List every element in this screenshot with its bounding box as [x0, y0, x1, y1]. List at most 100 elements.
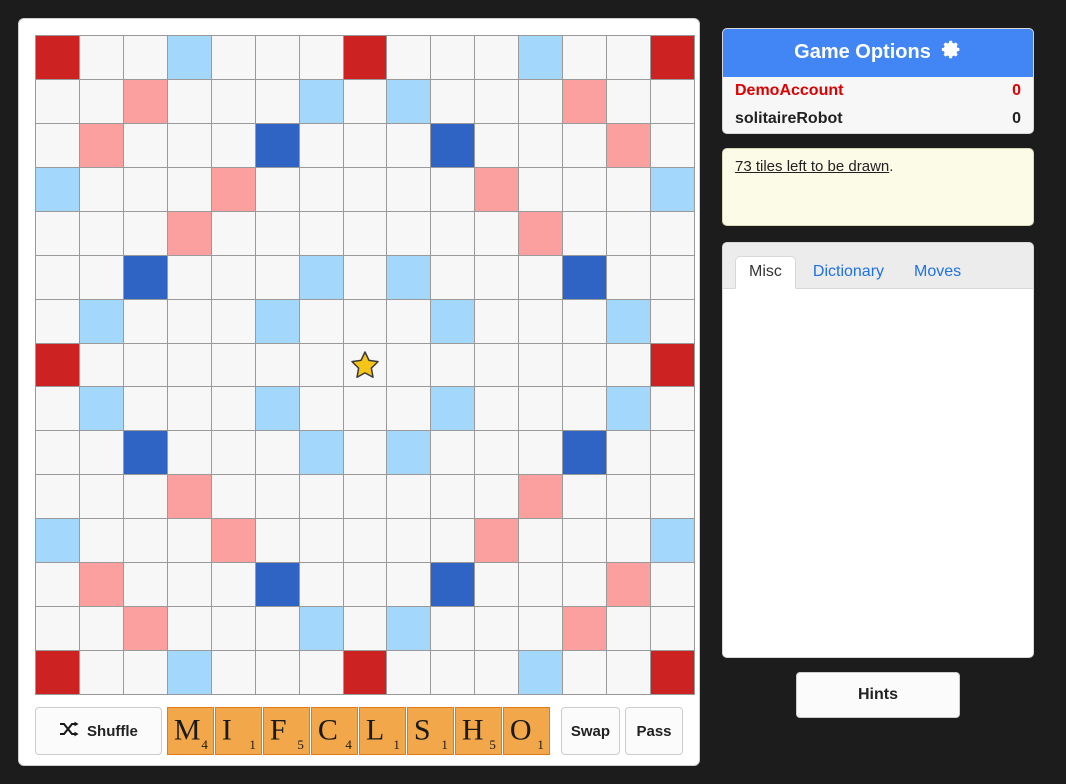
board-cell[interactable]	[211, 36, 255, 79]
board-cell[interactable]	[431, 299, 475, 343]
board-cell[interactable]	[255, 36, 299, 79]
board-cell[interactable]	[607, 299, 651, 343]
board-cell[interactable]	[563, 211, 607, 255]
shuffle-button[interactable]: Shuffle	[35, 707, 162, 755]
board-cell[interactable]	[79, 79, 123, 123]
board-cell[interactable]	[343, 563, 387, 607]
board-cell[interactable]	[299, 651, 343, 694]
board-cell[interactable]	[255, 211, 299, 255]
board-cell[interactable]	[387, 211, 431, 255]
board-cell[interactable]	[519, 167, 563, 211]
board-cell[interactable]	[36, 299, 79, 343]
board-cell[interactable]	[519, 651, 563, 694]
board-cell[interactable]	[343, 36, 387, 79]
board-cell[interactable]	[563, 387, 607, 431]
pass-button[interactable]: Pass	[625, 707, 683, 755]
board-cell[interactable]	[651, 167, 694, 211]
rack-tile[interactable]: S1	[406, 707, 454, 755]
board-cell[interactable]	[167, 431, 211, 475]
rack-tile[interactable]: O1	[502, 707, 550, 755]
board-cell[interactable]	[123, 651, 167, 694]
board-cell[interactable]	[167, 475, 211, 519]
board-cell[interactable]	[36, 211, 79, 255]
board-cell[interactable]	[343, 431, 387, 475]
board-cell[interactable]	[651, 299, 694, 343]
board-cell[interactable]	[211, 563, 255, 607]
board-cell[interactable]	[519, 431, 563, 475]
board-cell[interactable]	[343, 519, 387, 563]
board-cell[interactable]	[211, 431, 255, 475]
board-cell[interactable]	[167, 255, 211, 299]
board-cell[interactable]	[651, 431, 694, 475]
board-cell[interactable]	[607, 123, 651, 167]
board-cell[interactable]	[36, 651, 79, 694]
board-cell[interactable]	[167, 211, 211, 255]
board-cell[interactable]	[299, 299, 343, 343]
board-cell[interactable]	[255, 343, 299, 387]
board-cell[interactable]	[79, 123, 123, 167]
board-cell[interactable]	[651, 563, 694, 607]
board-cell[interactable]	[123, 167, 167, 211]
board-cell[interactable]	[475, 431, 519, 475]
board-cell[interactable]	[563, 343, 607, 387]
board-cell[interactable]	[519, 343, 563, 387]
board-cell[interactable]	[36, 255, 79, 299]
board-cell[interactable]	[79, 255, 123, 299]
board-cell[interactable]	[519, 475, 563, 519]
board-cell[interactable]	[255, 123, 299, 167]
board-cell[interactable]	[211, 255, 255, 299]
board-cell[interactable]	[387, 255, 431, 299]
board-cell[interactable]	[519, 299, 563, 343]
board-cell[interactable]	[343, 387, 387, 431]
board-cell[interactable]	[519, 211, 563, 255]
board-cell[interactable]	[299, 607, 343, 651]
board-cell[interactable]	[343, 651, 387, 694]
board-cell[interactable]	[255, 167, 299, 211]
board-cell[interactable]	[607, 475, 651, 519]
board-cell[interactable]	[431, 36, 475, 79]
board-cell[interactable]	[123, 387, 167, 431]
board-cell[interactable]	[475, 607, 519, 651]
board-cell[interactable]	[607, 607, 651, 651]
board-cell[interactable]	[475, 167, 519, 211]
board-cell[interactable]	[299, 475, 343, 519]
board-cell[interactable]	[167, 343, 211, 387]
board-cell[interactable]	[123, 211, 167, 255]
board-cell[interactable]	[79, 343, 123, 387]
board-cell[interactable]	[563, 36, 607, 79]
scrabble-board[interactable]	[35, 35, 695, 695]
board-cell[interactable]	[211, 167, 255, 211]
board-cell[interactable]	[563, 79, 607, 123]
board-cell[interactable]	[123, 123, 167, 167]
board-cell[interactable]	[343, 475, 387, 519]
board-cell[interactable]	[387, 475, 431, 519]
board-cell[interactable]	[299, 343, 343, 387]
board-cell[interactable]	[343, 343, 387, 387]
board-cell[interactable]	[563, 607, 607, 651]
board-cell[interactable]	[211, 651, 255, 694]
board-cell[interactable]	[563, 299, 607, 343]
board-cell[interactable]	[123, 343, 167, 387]
board-cell[interactable]	[299, 36, 343, 79]
board-cell[interactable]	[387, 299, 431, 343]
board-cell[interactable]	[387, 431, 431, 475]
rack-tile[interactable]: F5	[262, 707, 310, 755]
board-cell[interactable]	[519, 387, 563, 431]
board-cell[interactable]	[299, 123, 343, 167]
board-cell[interactable]	[607, 167, 651, 211]
board-cell[interactable]	[651, 123, 694, 167]
board-cell[interactable]	[211, 123, 255, 167]
board-cell[interactable]	[123, 563, 167, 607]
board-cell[interactable]	[431, 255, 475, 299]
board-cell[interactable]	[123, 475, 167, 519]
board-cell[interactable]	[79, 519, 123, 563]
board-cell[interactable]	[79, 563, 123, 607]
board-cell[interactable]	[519, 563, 563, 607]
tile-rack[interactable]: M4I1F5C4L1S1H5O1	[166, 707, 551, 755]
swap-button[interactable]: Swap	[560, 707, 620, 755]
board-cell[interactable]	[651, 343, 694, 387]
rack-tile[interactable]: M4	[166, 707, 214, 755]
board-cell[interactable]	[255, 475, 299, 519]
board-cell[interactable]	[607, 255, 651, 299]
board-cell[interactable]	[563, 255, 607, 299]
